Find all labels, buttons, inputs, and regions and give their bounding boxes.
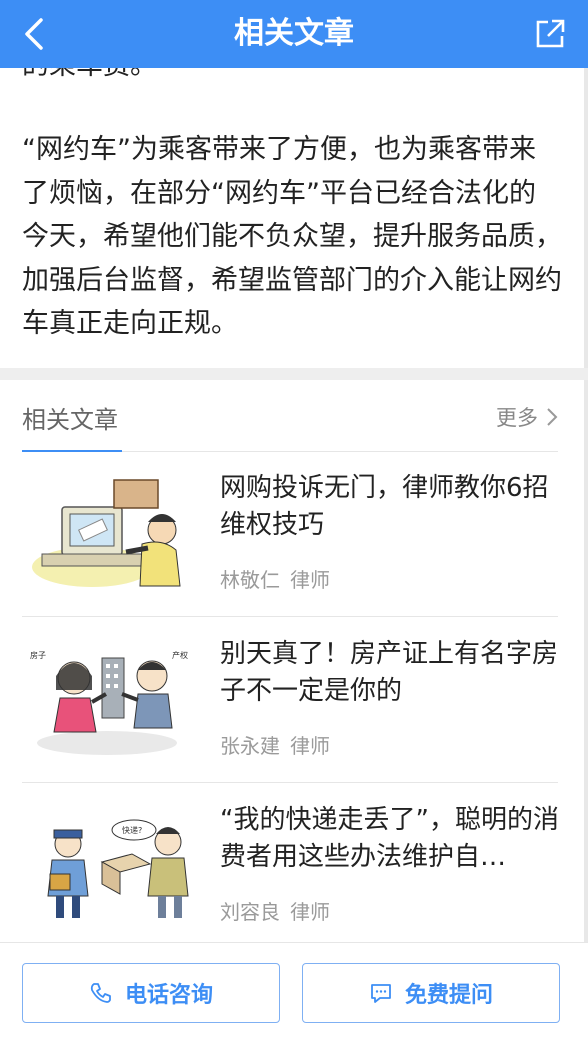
- share-external-icon: [536, 19, 565, 48]
- bottom-action-bar: 电话咨询 免费提问: [0, 942, 588, 1042]
- related-label: 相关文章: [22, 406, 118, 434]
- related-article-item[interactable]: 网购投诉无门，律师教你6招维权技巧 林敬仁 律师: [22, 452, 558, 617]
- author-name: 刘容良: [220, 900, 280, 924]
- author-name: 张永建: [220, 734, 280, 758]
- article-paragraph: “网约车”为乘客带来了方便，也为乘客带来了烦恼，在部分“网约车”平台已经合法化的…: [22, 134, 562, 339]
- author-name: 林敬仁: [220, 568, 280, 592]
- related-article-item[interactable]: 快递? “我的快递走丢了”，聪明的消费者用这些办法维护自… 刘容良 律师: [22, 784, 559, 949]
- phone-consult-label: 电话咨询: [124, 983, 213, 1008]
- chat-bubble-icon: [371, 984, 391, 1003]
- top-nav-bar: 相关文章: [0, 0, 588, 68]
- author-role: 律师: [290, 734, 330, 758]
- article-author: 刘容良 律师: [220, 896, 330, 925]
- more-label: 更多: [496, 406, 538, 430]
- free-question-label: 免费提问: [404, 983, 493, 1008]
- article-thumbnail-image: 快递?: [22, 804, 200, 924]
- article-title: 别天真了！房产证上有名字房子不一定是你的: [220, 639, 559, 706]
- free-question-button[interactable]: 免费提问: [302, 963, 560, 1023]
- related-header: 相关文章 更多: [22, 380, 558, 452]
- more-link[interactable]: 更多: [496, 402, 558, 432]
- article-author: 张永建 律师: [220, 730, 330, 759]
- back-button[interactable]: [14, 14, 54, 54]
- svg-text:产权: 产权: [172, 650, 188, 660]
- svg-text:房子: 房子: [30, 650, 46, 660]
- article-title: “我的快递走丢了”，聪明的消费者用这些办法维护自…: [220, 805, 559, 872]
- section-divider: [0, 368, 588, 380]
- related-articles-section: 相关文章 更多 网购投诉无门，律师教你6招维权技巧 林敬仁 律师 房子 产权 别…: [0, 380, 588, 942]
- page-title: 相关文章: [234, 16, 354, 51]
- article-body: 的乘车费。 “网约车”为乘客带来了方便，也为乘客带来了烦恼，在部分“网约车”平台…: [0, 68, 588, 368]
- share-button[interactable]: [532, 16, 568, 52]
- article-thumbnail-image: 房子 产权: [22, 638, 200, 758]
- author-role: 律师: [290, 568, 330, 592]
- chevron-left-icon: [25, 18, 43, 50]
- article-thumbnail-image: [22, 472, 200, 592]
- article-author: 林敬仁 律师: [220, 564, 330, 593]
- article-title: 网购投诉无门，律师教你6招维权技巧: [220, 473, 549, 540]
- article-prev-line: 的乘车费。: [22, 68, 157, 88]
- chevron-right-icon: [547, 408, 558, 426]
- svg-text:快递?: 快递?: [122, 825, 142, 835]
- phone-icon: [90, 983, 111, 1003]
- author-role: 律师: [290, 900, 330, 924]
- phone-consult-button[interactable]: 电话咨询: [22, 963, 280, 1023]
- related-article-item[interactable]: 房子 产权 别天真了！房产证上有名字房子不一定是你的 张永建 律师: [22, 618, 558, 783]
